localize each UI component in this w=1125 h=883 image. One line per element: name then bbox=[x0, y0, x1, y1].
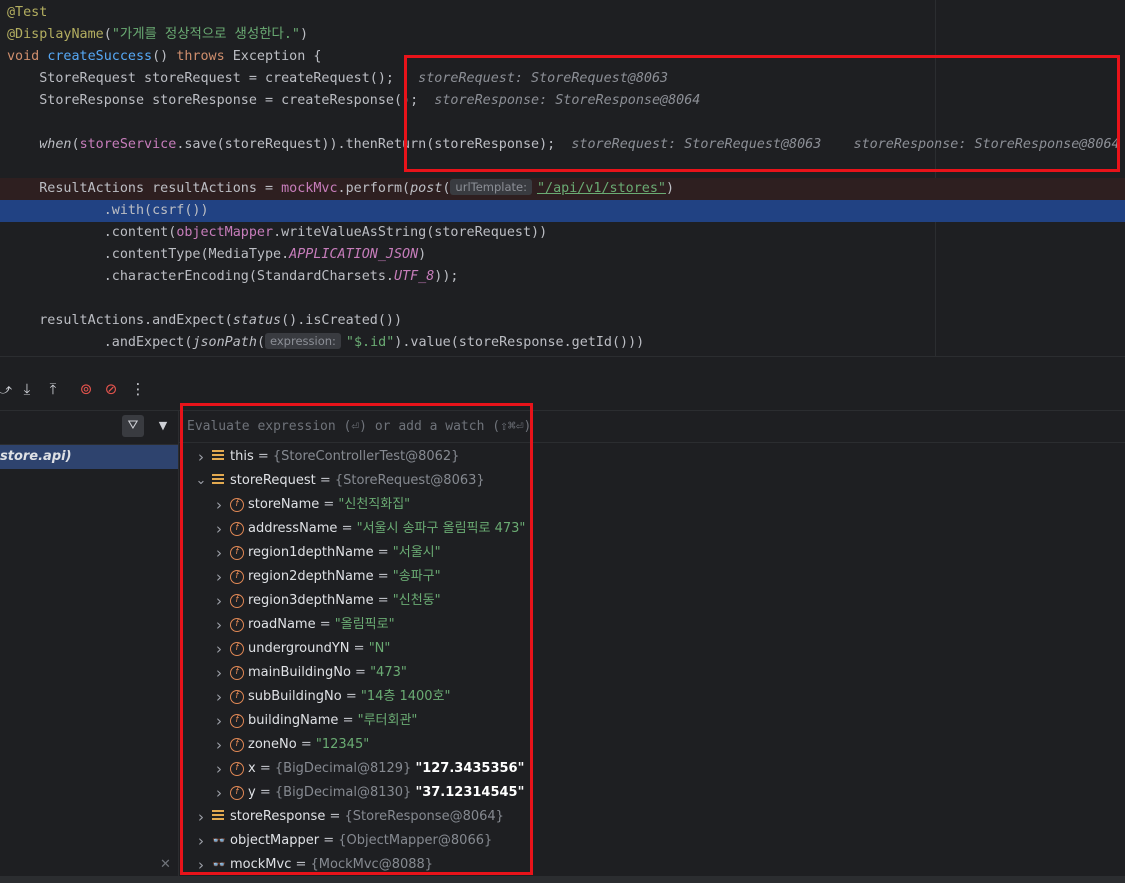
highlight-box-inline-values bbox=[404, 55, 1120, 172]
panel-splitter[interactable] bbox=[0, 356, 1125, 371]
code-line-2: @DisplayName("가게를 정상적으로 생성한다.") bbox=[7, 27, 309, 42]
filter-icon[interactable]: ⛛ bbox=[122, 415, 144, 437]
more-options-icon[interactable]: ⋮ bbox=[128, 378, 148, 400]
close-icon[interactable]: ✕ bbox=[160, 857, 171, 872]
code-line-1: @Test bbox=[7, 5, 48, 20]
method-name: createSuccess bbox=[47, 49, 153, 64]
mute-breakpoints-icon[interactable]: ⊘ bbox=[101, 378, 121, 400]
code-line-9: ResultActions resultActions = mockMvc.pe… bbox=[0, 178, 1125, 200]
code-line-13: .characterEncoding(StandardCharsets.UTF_… bbox=[7, 269, 459, 284]
current-execution-line: .with(csrf()) bbox=[0, 200, 1125, 222]
code-editor[interactable]: @Test @DisplayName("가게를 정상적으로 생성한다.") vo… bbox=[0, 0, 1125, 356]
debug-toolbar: ⤻ ⤓ ⤒ ⊚ ⊘ ⋮ bbox=[0, 370, 1125, 411]
code-line-15: resultActions.andExpect(status().isCreat… bbox=[7, 313, 403, 328]
selected-frame[interactable]: store.api) bbox=[0, 445, 178, 469]
display-name-string: "가게를 정상적으로 생성한다." bbox=[111, 27, 300, 42]
view-breakpoints-icon[interactable]: ⊚ bbox=[76, 378, 96, 400]
step-out-icon[interactable]: ⤒ bbox=[43, 378, 63, 400]
frames-panel: ⛛ ▼ store.api) ✕ bbox=[0, 411, 179, 883]
frames-header: ⛛ ▼ bbox=[0, 411, 178, 445]
url-link[interactable]: "/api/v1/stores" bbox=[537, 181, 666, 196]
status-strip bbox=[0, 876, 1125, 883]
step-over-icon[interactable]: ⤻ bbox=[0, 378, 14, 400]
highlight-box-variables bbox=[180, 403, 533, 875]
code-line-16: .andExpect(jsonPath(expression: "$.id").v… bbox=[7, 333, 645, 350]
param-hint: urlTemplate: bbox=[450, 179, 532, 195]
code-line-12: .contentType(MediaType.APPLICATION_JSON) bbox=[7, 247, 427, 262]
step-into-icon[interactable]: ⤓ bbox=[17, 378, 37, 400]
param-hint: expression: bbox=[265, 333, 341, 349]
chevron-down-icon[interactable]: ▼ bbox=[156, 415, 170, 437]
display-name-annotation: @DisplayName bbox=[7, 27, 104, 42]
code-line-11: .content(objectMapper.writeValueAsString… bbox=[7, 225, 548, 240]
